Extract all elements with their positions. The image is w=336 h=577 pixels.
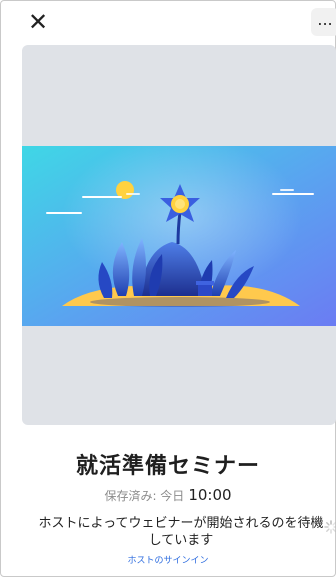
host-signin-link[interactable]: ホストのサインイン xyxy=(0,553,336,566)
saved-label: 保存済み: 今日 xyxy=(104,489,185,503)
saved-time: 10:00 xyxy=(188,486,232,504)
webinar-title: 就活準備セミナー xyxy=(75,454,260,479)
more-button[interactable]: ... xyxy=(311,8,336,36)
saved-status: 保存済み: 今日 10:00 xyxy=(0,486,336,504)
more-icon: ... xyxy=(317,10,333,29)
loading-spinner-icon xyxy=(324,520,336,534)
close-icon[interactable]: ✕ xyxy=(26,10,50,34)
webinar-illustration xyxy=(22,146,336,326)
waiting-message: ホストによってウェビナーが開始されるのを待機しています xyxy=(38,516,324,548)
